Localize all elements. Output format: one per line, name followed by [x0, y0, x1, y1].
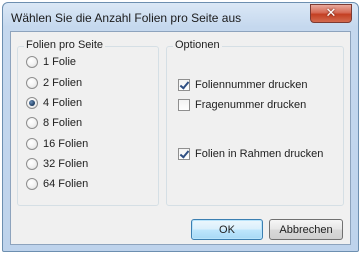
close-button[interactable]: ✕	[310, 4, 352, 23]
radio-option-label: 1 Folie	[43, 56, 77, 68]
radio-option-16-folien[interactable]: 16 Folien	[26, 138, 88, 150]
checkbox-unchecked[interactable]	[178, 99, 190, 111]
close-icon: ✕	[325, 6, 337, 21]
radio-option-label: 64 Folien	[43, 178, 89, 190]
dialog-title: Wählen Sie die Anzahl Folien pro Seite a…	[11, 11, 242, 25]
radio-option-64-folien[interactable]: 64 Folien	[26, 178, 88, 190]
title-bar[interactable]: Wählen Sie die Anzahl Folien pro Seite a…	[3, 3, 358, 29]
cancel-button[interactable]: Abbrechen	[269, 219, 343, 240]
radio-option-8-folien[interactable]: 8 Folien	[26, 117, 82, 129]
checkbox-checked[interactable]	[178, 148, 190, 160]
checkbox-checked[interactable]	[178, 79, 190, 91]
options-group-label: Optionen	[173, 39, 222, 51]
radio-option-4-folien[interactable]: 4 Folien	[26, 97, 82, 109]
slides-per-page-group: Folien pro Seite 1 Folie 2 Folien 4 Foli…	[17, 39, 159, 206]
dialog-body: Folien pro Seite 1 Folie 2 Folien 4 Foli…	[10, 31, 351, 245]
radio-option-32-folien[interactable]: 32 Folien	[26, 158, 88, 170]
radio-button[interactable]	[26, 56, 38, 68]
checkbox-label: Fragenummer drucken	[195, 99, 307, 111]
radio-option-1-folie[interactable]: 1 Folie	[26, 56, 76, 68]
radio-button[interactable]	[26, 77, 38, 89]
checkbox-label: Foliennummer drucken	[195, 79, 308, 91]
slides-per-page-dialog: Wählen Sie die Anzahl Folien pro Seite a…	[2, 2, 359, 252]
radio-option-label: 2 Folien	[43, 77, 83, 89]
radio-button[interactable]	[26, 117, 38, 129]
checkbox-label: Folien in Rahmen drucken	[195, 148, 324, 160]
options-group: Optionen Foliennummer drucken Fragenumme…	[166, 39, 344, 206]
checkbox-print-frame[interactable]: Folien in Rahmen drucken	[178, 148, 323, 160]
radio-button-selected[interactable]	[26, 97, 38, 109]
radio-button[interactable]	[26, 158, 38, 170]
radio-option-2-folien[interactable]: 2 Folien	[26, 77, 82, 89]
radio-option-label: 8 Folien	[43, 117, 83, 129]
checkbox-print-question-number[interactable]: Fragenummer drucken	[178, 99, 306, 111]
slides-per-page-group-label: Folien pro Seite	[24, 39, 106, 51]
checkbox-print-slide-number[interactable]: Foliennummer drucken	[178, 79, 308, 91]
radio-option-label: 4 Folien	[43, 97, 83, 109]
radio-button[interactable]	[26, 138, 38, 150]
radio-option-label: 16 Folien	[43, 138, 89, 150]
radio-option-label: 32 Folien	[43, 158, 89, 170]
radio-button[interactable]	[26, 178, 38, 190]
ok-button[interactable]: OK	[191, 219, 263, 240]
